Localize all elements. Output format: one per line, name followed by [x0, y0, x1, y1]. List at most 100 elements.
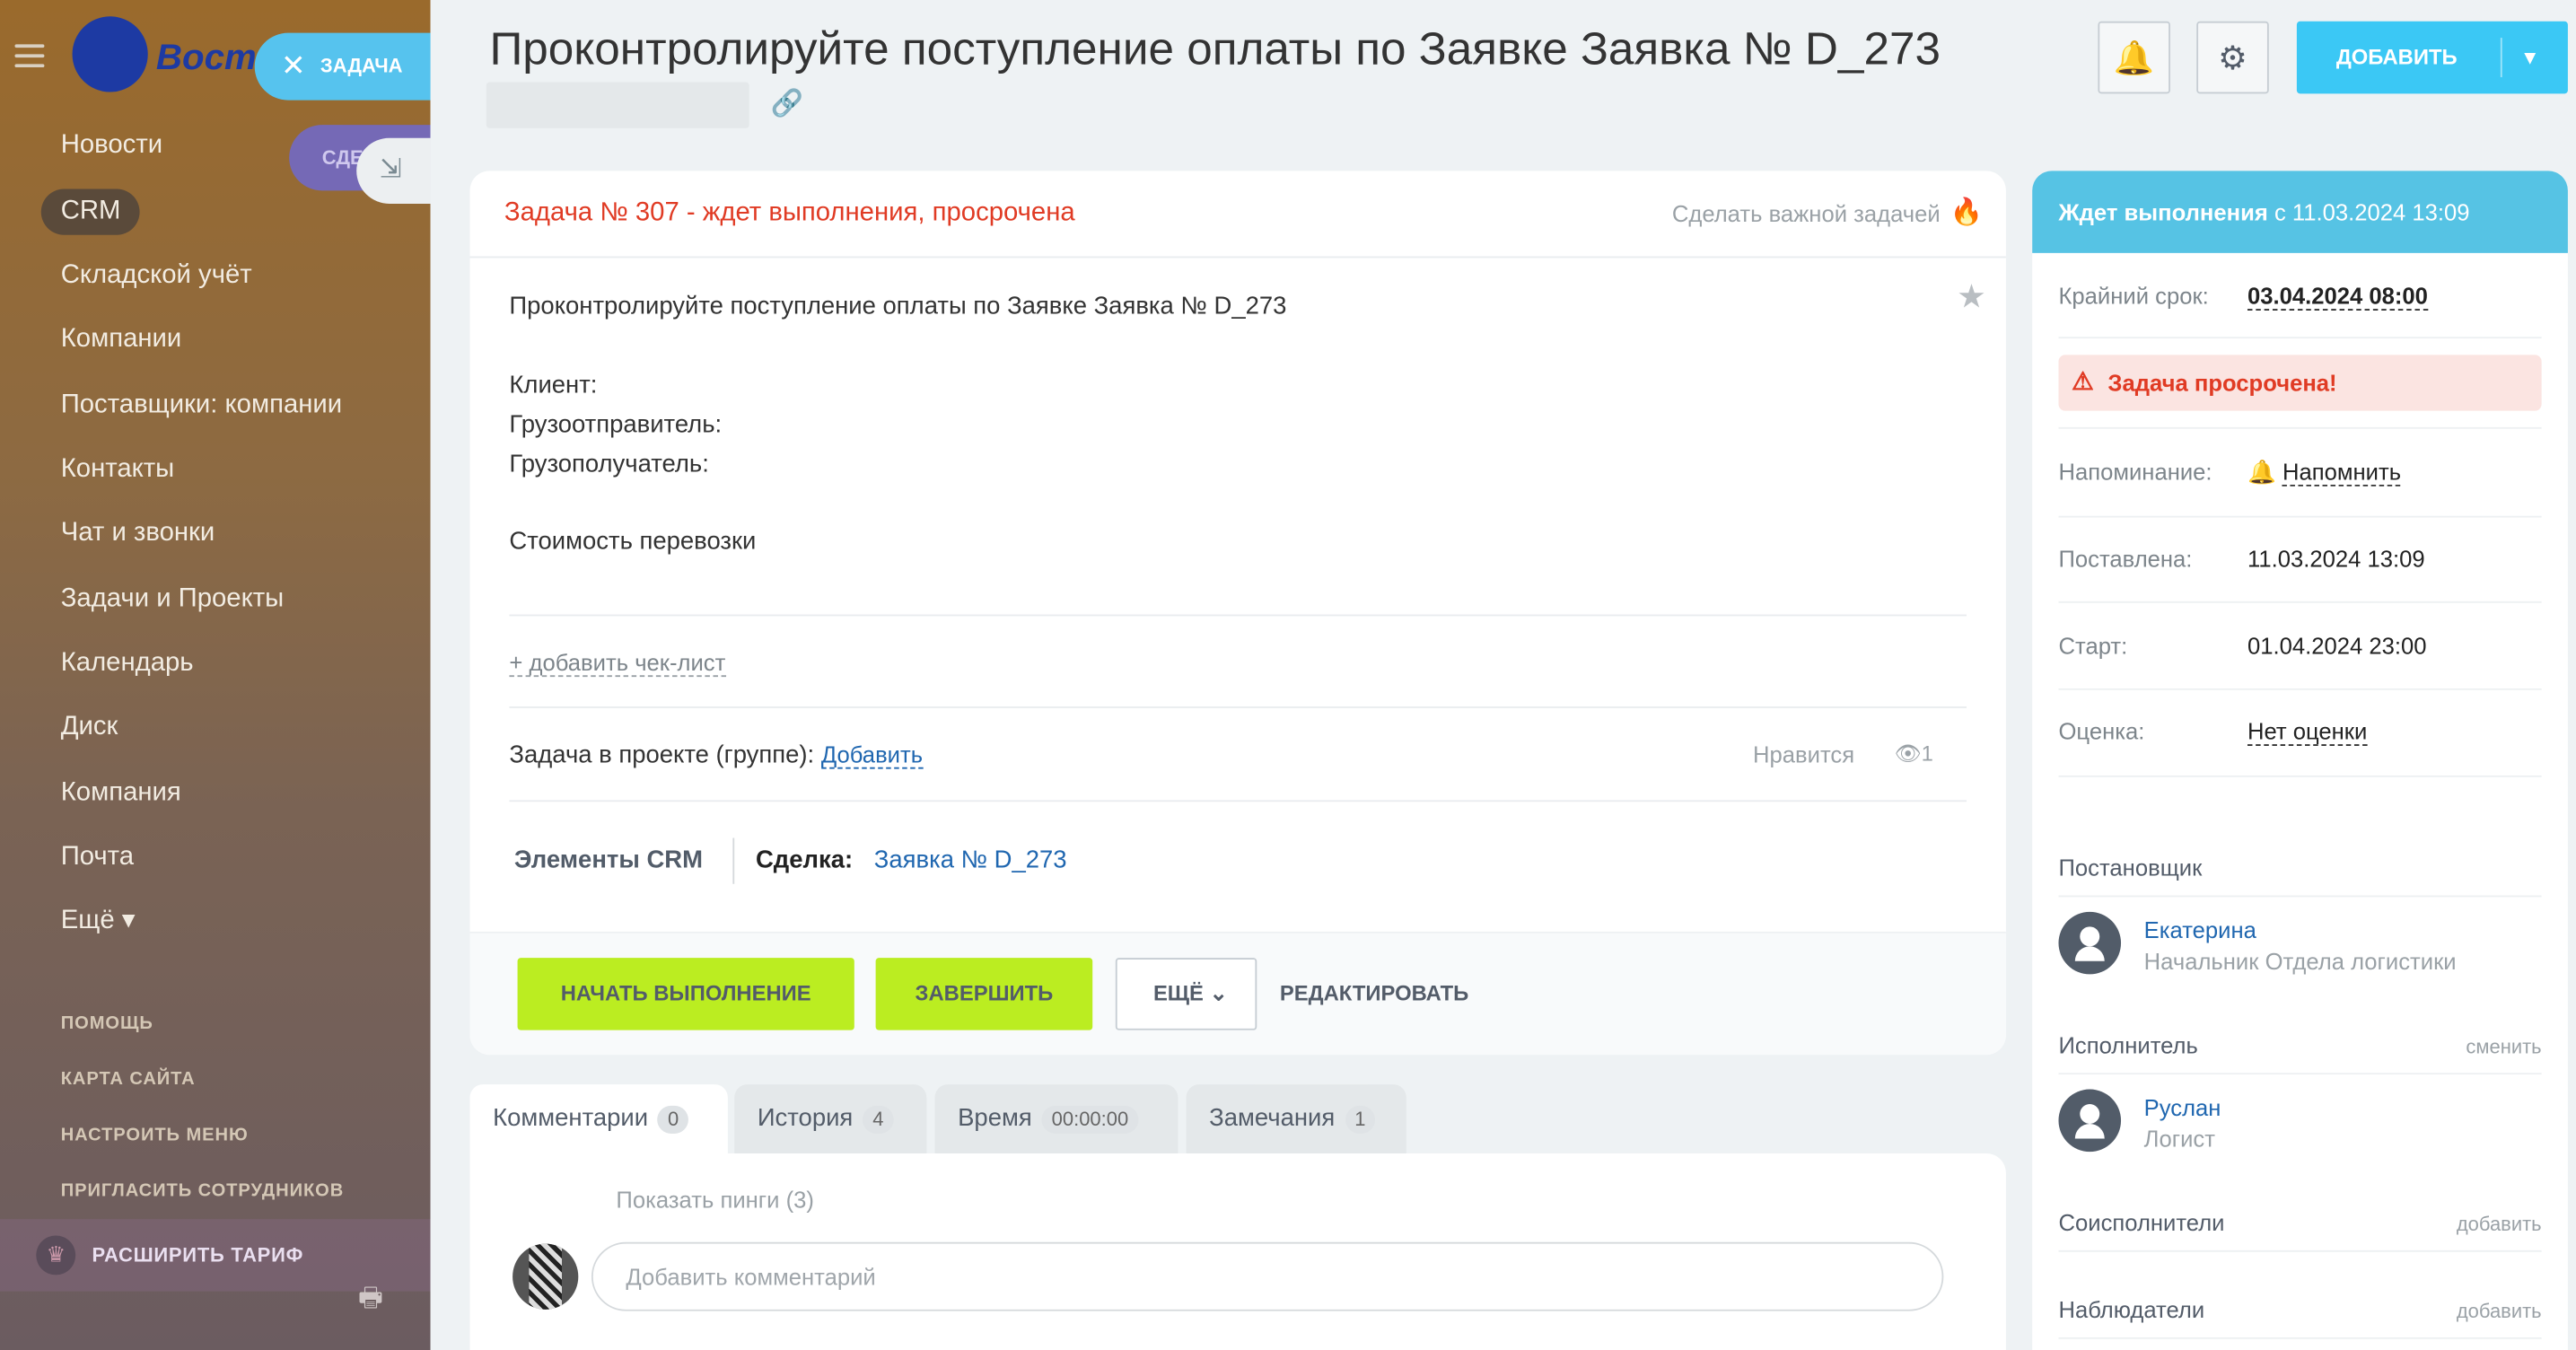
minimize-icon[interactable]: ⇲: [356, 137, 431, 204]
chevron-down-icon: ⌄: [1209, 980, 1228, 1006]
sidebar-item-news[interactable]: Новости: [61, 131, 162, 161]
make-important-link[interactable]: Сделать важной задачей: [1672, 200, 1941, 226]
flame-icon[interactable]: 🔥: [1950, 196, 1983, 229]
divider: [2058, 337, 2542, 339]
help-link[interactable]: ПОМОЩЬ: [61, 1013, 153, 1033]
creator-title: Постановщик: [2058, 854, 2203, 881]
task-status: Задача № 307 - ждет выполнения, просроче…: [504, 198, 1075, 227]
tab-time[interactable]: Время 00:00:00: [934, 1084, 1178, 1153]
divider: [509, 800, 1967, 802]
rating-value[interactable]: Нет оценки: [2247, 718, 2368, 747]
description-cost: Стоимость перевозки: [509, 527, 757, 556]
creator-position: Начальник Отдела логистики: [2143, 948, 2457, 975]
divider: [2058, 775, 2542, 777]
sidebar-item-warehouse[interactable]: Складской учёт: [61, 261, 252, 291]
add-observer-link[interactable]: добавить: [2457, 1300, 2542, 1323]
close-icon[interactable]: ✕: [281, 33, 306, 101]
divider: [2058, 895, 2542, 898]
sidebar-item-contacts[interactable]: Контакты: [61, 455, 174, 485]
assignee-position: Логист: [2143, 1125, 2215, 1153]
start-button[interactable]: НАЧАТЬ ВЫПОЛНЕНИЕ: [517, 958, 854, 1030]
assignee-title: Исполнитель: [2058, 1031, 2198, 1058]
tab-label: История: [757, 1104, 854, 1133]
add-checklist-label[interactable]: + добавить чек-лист: [509, 649, 726, 678]
tab-remarks[interactable]: Замечания 1: [1186, 1084, 1406, 1153]
status-bold: Ждет выполнения: [2058, 198, 2268, 225]
gear-icon[interactable]: ⚙: [2196, 21, 2269, 94]
creator-name[interactable]: Екатерина: [2144, 916, 2256, 942]
tab-count: 4: [863, 1105, 894, 1134]
views-count: 👁1: [1894, 741, 1932, 767]
observers-title: Наблюдатели: [2058, 1296, 2205, 1323]
sidebar-item-suppliers[interactable]: Поставщики: компании: [61, 391, 342, 421]
status-header: Ждет выполнения с 11.03.2024 13:09: [2032, 171, 2568, 253]
sidebar-item-more[interactable]: Ещё ▾: [61, 904, 136, 937]
divider: [2058, 1249, 2542, 1252]
description-shipper: Грузоотправитель:: [509, 410, 723, 439]
add-coexecutor-link[interactable]: добавить: [2457, 1213, 2542, 1236]
comment-input[interactable]: Добавить комментарий: [591, 1241, 1944, 1311]
link-icon[interactable]: 🔗: [770, 87, 802, 120]
like-button[interactable]: Нравится: [1753, 741, 1854, 767]
overdue-text: Задача просрочена!: [2107, 369, 2337, 397]
edit-button[interactable]: РЕДАКТИРОВАТЬ: [1280, 958, 1468, 1030]
invite-link[interactable]: ПРИГЛАСИТЬ СОТРУДНИКОВ: [61, 1181, 344, 1201]
tab-label: Время: [958, 1104, 1032, 1133]
task-card-header: Задача № 307 - ждет выполнения, просроче…: [469, 171, 2006, 259]
sidebar-item-tasks[interactable]: Задачи и Проекты: [61, 585, 284, 615]
subtitle-placeholder: [486, 82, 749, 128]
sidebar-item-crm[interactable]: CRM: [40, 188, 141, 235]
reminder-link[interactable]: 🔔 Напомнить: [2247, 458, 2402, 487]
tab-history[interactable]: История 4: [734, 1084, 927, 1153]
tab-count: 0: [658, 1105, 689, 1134]
description-line: Проконтролируйте поступление оплаты по З…: [509, 292, 1287, 320]
sidebar-item-company[interactable]: Компания: [61, 779, 181, 809]
star-icon[interactable]: ★: [1957, 276, 1986, 318]
tab-comments[interactable]: Комментарии 0: [469, 1084, 728, 1153]
printer-icon[interactable]: 🖶: [358, 1280, 383, 1324]
task-slider-chip[interactable]: ✕ ЗАДАЧА: [254, 32, 433, 101]
task-details-panel: Ждет выполнения с 11.03.2024 13:09 Крайн…: [2032, 171, 2568, 1350]
divider: [2058, 1337, 2542, 1339]
sitemap-link[interactable]: КАРТА САЙТА: [61, 1070, 196, 1090]
add-button-divider: [2500, 38, 2502, 78]
tab-label: Комментарии: [493, 1104, 649, 1133]
finish-button[interactable]: ЗАВЕРШИТЬ: [875, 958, 1093, 1030]
avatar[interactable]: [2058, 911, 2122, 975]
show-pings-link[interactable]: Показать пинги (3): [616, 1187, 814, 1213]
warning-icon: ⚠: [2072, 368, 2094, 397]
sidebar-item-chat[interactable]: Чат и звонки: [61, 519, 215, 548]
upgrade-label: РАСШИРИТЬ ТАРИФ: [92, 1243, 304, 1267]
left-sidebar: Восток ✕ ЗАДАЧА СДЕ ⇲ Новости CRM Складс…: [0, 0, 433, 1350]
divider: [2058, 1073, 2542, 1075]
more-label: ЕЩЁ: [1152, 980, 1204, 1006]
avatar[interactable]: [2058, 1089, 2122, 1153]
assignee-name[interactable]: Руслан: [2144, 1094, 2221, 1120]
reminder-value[interactable]: Напомнить: [2282, 458, 2402, 487]
change-assignee-link[interactable]: сменить: [2466, 1035, 2541, 1058]
description-consignee: Грузополучатель:: [509, 450, 709, 478]
eye-icon: 👁: [1894, 741, 1922, 766]
logo-text: Восток: [155, 36, 255, 78]
tab-count: 1: [1345, 1105, 1376, 1134]
menu-icon[interactable]: [14, 44, 45, 68]
add-button[interactable]: ДОБАВИТЬ ▼: [2296, 21, 2568, 94]
deadline-value[interactable]: 03.04.2024 08:00: [2247, 283, 2428, 311]
sidebar-item-calendar[interactable]: Календарь: [61, 649, 194, 679]
sidebar-item-mail[interactable]: Почта: [61, 843, 134, 872]
project-label: Задача в проекте (группе):: [509, 741, 815, 769]
bell-icon: 🔔: [2247, 458, 2276, 485]
company-logo[interactable]: [72, 16, 148, 92]
divider: [732, 837, 735, 884]
deal-link[interactable]: Заявка № D_273: [874, 846, 1067, 874]
add-checklist-link[interactable]: + добавить чек-лист: [509, 649, 726, 678]
sidebar-item-companies[interactable]: Компании: [61, 325, 182, 355]
tab-count: 00:00:00: [1041, 1105, 1139, 1134]
bell-icon[interactable]: 🔔: [2098, 21, 2170, 94]
configure-menu-link[interactable]: НАСТРОИТЬ МЕНЮ: [61, 1126, 249, 1145]
project-add-link[interactable]: Добавить: [821, 741, 924, 769]
more-button[interactable]: ЕЩЁ ⌄: [1115, 958, 1257, 1030]
task-actions: НАЧАТЬ ВЫПОЛНЕНИЕ ЗАВЕРШИТЬ ЕЩЁ ⌄ РЕДАКТ…: [469, 931, 2006, 1056]
sidebar-item-disk[interactable]: Диск: [61, 713, 118, 742]
chevron-down-icon[interactable]: ▼: [2520, 22, 2540, 94]
